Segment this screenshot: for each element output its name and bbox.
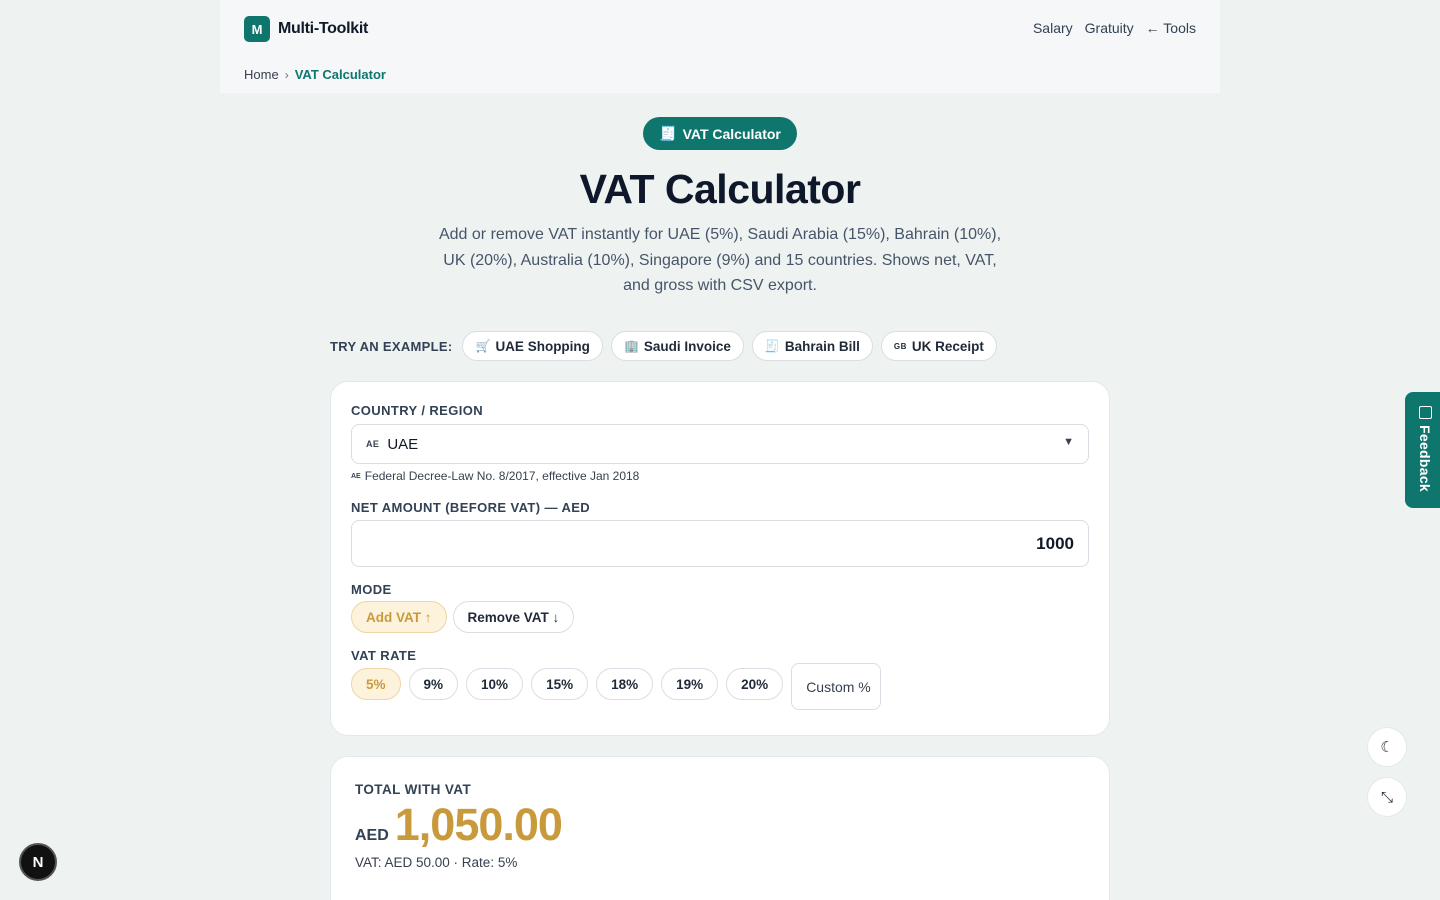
breadcrumb-separator: › <box>284 67 289 82</box>
examples-label: TRY AN EXAMPLE: <box>330 338 453 354</box>
country-hint: AE Federal Decree-Law No. 8/2017, effect… <box>351 469 639 483</box>
rate-5-button[interactable]: 5% <box>351 668 401 700</box>
page-title: VAT Calculator <box>579 166 861 212</box>
brand-logo: M <box>244 16 270 42</box>
rate-10-button[interactable]: 10% <box>466 668 524 700</box>
calculator-card: COUNTRY / REGION AE UAE ▼ AE Federal Dec… <box>330 381 1110 736</box>
brand-name: Multi-Toolkit <box>278 20 368 37</box>
rate-label: VAT RATE <box>351 648 417 663</box>
example-label: UAE Shopping <box>495 338 590 354</box>
breadcrumb: Home › VAT Calculator <box>244 67 386 82</box>
ae-flag-icon: AE <box>366 439 380 449</box>
nav-gratuity[interactable]: Gratuity <box>1085 20 1134 36</box>
tool-badge: 🧾 VAT Calculator <box>643 117 797 150</box>
total-value: 1,050.00 <box>394 799 563 850</box>
feedback-label: Feedback <box>1417 425 1433 492</box>
total-meta: VAT: AED 50.00 · Rate: 5% <box>355 855 518 870</box>
example-uae-shopping[interactable]: 🛒 UAE Shopping <box>462 331 603 361</box>
result-card: TOTAL WITH VAT AED 1,050.00 VAT: AED 50.… <box>330 756 1110 900</box>
mode-toggle: Add VAT ↑ Remove VAT ↓ <box>351 601 575 633</box>
feedback-tab[interactable]: Feedback <box>1405 392 1440 508</box>
theme-toggle-button[interactable]: ☾ <box>1367 727 1407 767</box>
example-label: Bahrain Bill <box>784 338 860 354</box>
rate-15-button[interactable]: 15% <box>531 668 589 700</box>
breadcrumb-current: VAT Calculator <box>294 67 386 82</box>
country-select[interactable]: AE UAE ▼ <box>351 424 1089 464</box>
examples-row: TRY AN EXAMPLE: 🛒 UAE Shopping 🏢 Saudi I… <box>330 331 997 361</box>
collapse-button[interactable]: ⤡ <box>1367 777 1407 817</box>
nav-salary[interactable]: Salary <box>1033 20 1073 36</box>
country-label: COUNTRY / REGION <box>351 403 484 418</box>
feedback-icon <box>1418 406 1432 419</box>
moon-icon: ☾ <box>1380 739 1394 756</box>
total-row: AED 1,050.00 <box>355 799 563 851</box>
remove-vat-button[interactable]: Remove VAT ↓ <box>452 601 575 633</box>
top-bar: M Multi-Toolkit Salary Gratuity ← Tools … <box>220 0 1220 93</box>
rate-options: 5% 9% 10% 15% 18% 19% 20% Custom % <box>351 663 882 710</box>
mode-label: MODE <box>351 582 392 597</box>
receipt-icon: 🧾 <box>764 339 780 353</box>
chevron-down-icon: ▼ <box>1063 436 1074 448</box>
gb-flag-icon: GB <box>893 341 907 351</box>
ae-flag-icon: AE <box>351 472 361 480</box>
next-dev-badge[interactable]: N <box>19 843 57 881</box>
example-label: UK Receipt <box>911 338 984 354</box>
example-bahrain-bill[interactable]: 🧾 Bahrain Bill <box>751 331 873 361</box>
example-label: Saudi Invoice <box>643 338 731 354</box>
country-hint-text: Federal Decree-Law No. 8/2017, effective… <box>364 469 640 483</box>
receipt-icon: 🧾 <box>659 125 677 141</box>
breadcrumb-home[interactable]: Home <box>244 67 279 82</box>
total-label: TOTAL WITH VAT <box>355 782 472 797</box>
top-nav: Salary Gratuity ← Tools <box>1033 20 1196 36</box>
country-value: UAE <box>387 435 419 453</box>
amount-input[interactable]: 1000 <box>351 520 1089 567</box>
rate-19-button[interactable]: 19% <box>661 668 719 700</box>
collapse-icon: ⤡ <box>1380 788 1393 806</box>
nav-tools[interactable]: ← Tools <box>1146 20 1196 36</box>
rate-18-button[interactable]: 18% <box>596 668 654 700</box>
example-uk-receipt[interactable]: GB UK Receipt <box>880 331 997 361</box>
add-vat-button[interactable]: Add VAT ↑ <box>351 601 447 633</box>
example-saudi-invoice[interactable]: 🏢 Saudi Invoice <box>610 331 744 361</box>
tool-badge-label: VAT Calculator <box>682 125 781 142</box>
rate-9-button[interactable]: 9% <box>408 668 459 700</box>
page-subtitle: Add or remove VAT instantly for UAE (5%)… <box>438 226 1002 294</box>
amount-label: NET AMOUNT (BEFORE VAT) — AED <box>351 500 591 515</box>
rate-20-button[interactable]: 20% <box>726 668 784 700</box>
total-currency: AED <box>355 827 389 844</box>
custom-rate-input[interactable]: Custom % <box>791 663 882 710</box>
building-icon: 🏢 <box>623 339 639 353</box>
brand[interactable]: M Multi-Toolkit <box>244 16 368 42</box>
cart-icon: 🛒 <box>475 339 491 353</box>
